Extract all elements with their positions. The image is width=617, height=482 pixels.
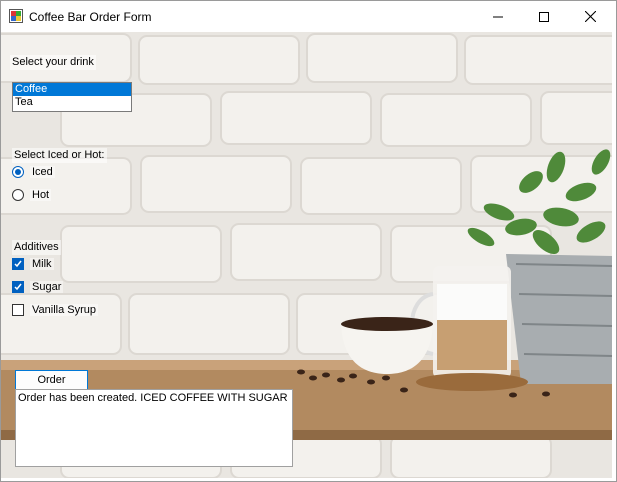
maximize-icon [539, 11, 549, 22]
close-button[interactable] [567, 1, 613, 32]
checkbox-label-milk: Milk [30, 258, 54, 270]
minimize-button[interactable] [475, 1, 521, 32]
close-icon [584, 11, 596, 22]
list-item[interactable]: Tea [13, 96, 131, 109]
temperature-label: Select Iced or Hot: [12, 148, 107, 163]
vanilla-syrup-checkbox[interactable]: Vanilla Syrup [12, 302, 98, 318]
radio-label-hot: Hot [30, 189, 52, 201]
minimize-icon [493, 16, 503, 17]
maximize-button[interactable] [521, 1, 567, 32]
hot-radio[interactable]: Hot [12, 187, 52, 203]
window-title: Coffee Bar Order Form [29, 10, 152, 24]
order-button[interactable]: Order [15, 370, 88, 390]
drink-label: Select your drink [10, 55, 96, 70]
iced-radio[interactable]: Iced [12, 164, 55, 180]
form-client-area: Select your drink Coffee Tea Select Iced… [1, 32, 612, 478]
app-icon [9, 9, 23, 23]
additives-label: Additives [12, 240, 61, 255]
list-item[interactable]: Coffee [13, 83, 131, 96]
checkbox-milk[interactable] [12, 258, 24, 270]
checkbox-label-sugar: Sugar [30, 281, 64, 293]
checkbox-sugar[interactable] [12, 281, 24, 293]
title-bar: Coffee Bar Order Form [1, 1, 616, 32]
radio-button-hot[interactable] [12, 189, 24, 201]
sugar-checkbox[interactable]: Sugar [12, 279, 64, 295]
app-window: Coffee Bar Order Form Select your drink … [0, 0, 617, 482]
checkmark-icon [14, 283, 22, 291]
checkbox-label-vanilla-syrup: Vanilla Syrup [30, 304, 98, 316]
order-output-textbox[interactable]: Order has been created. ICED COFFEE WITH… [15, 389, 293, 467]
checkmark-icon [14, 260, 22, 268]
milk-checkbox[interactable]: Milk [12, 256, 54, 272]
drink-listbox[interactable]: Coffee Tea [12, 82, 132, 112]
checkbox-vanilla-syrup[interactable] [12, 304, 24, 316]
radio-button-iced[interactable] [12, 166, 24, 178]
radio-label-iced: Iced [30, 166, 55, 178]
